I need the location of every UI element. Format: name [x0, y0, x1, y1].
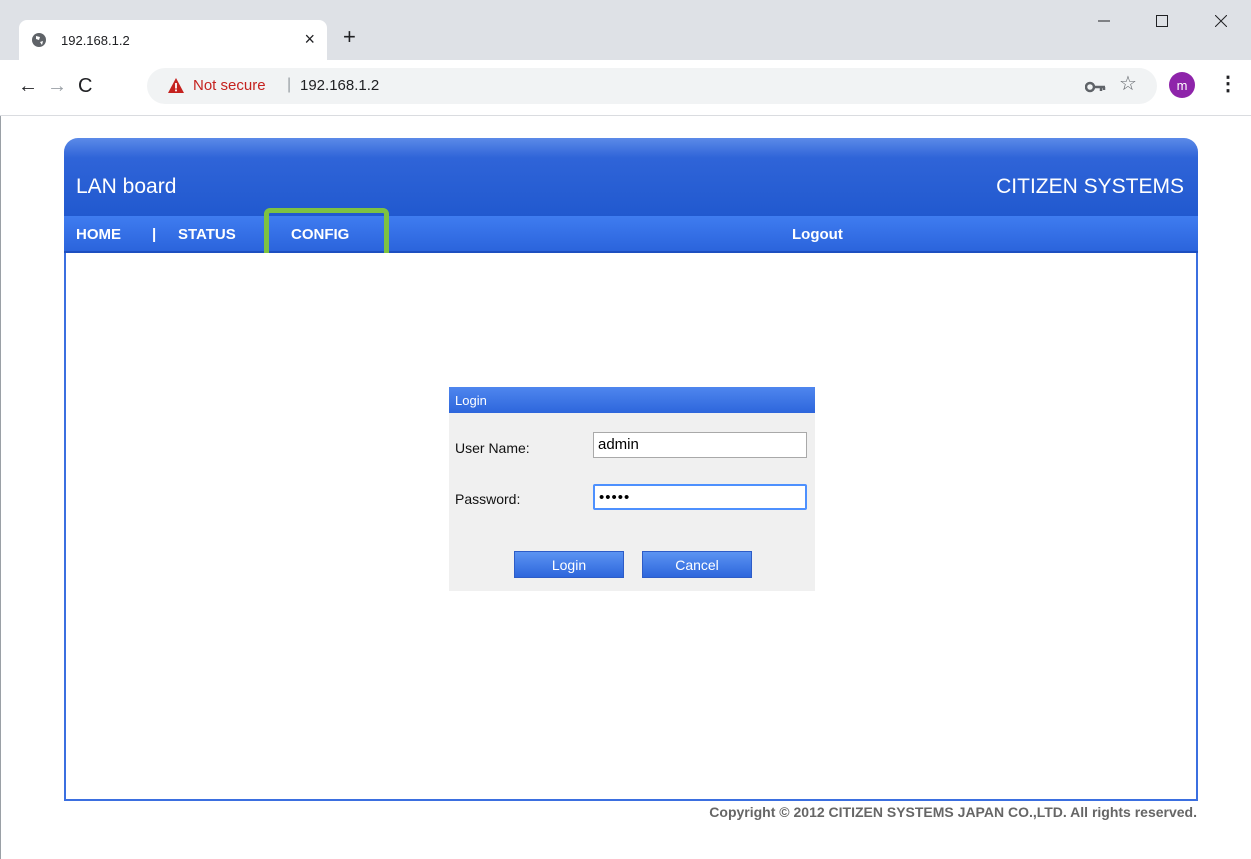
- password-label: Password:: [455, 491, 521, 507]
- url-text[interactable]: 192.168.1.2: [300, 77, 379, 94]
- browser-tab-strip: 192.168.1.2 × +: [0, 0, 1251, 60]
- login-button[interactable]: Login: [514, 551, 624, 578]
- nav-logout-link[interactable]: Logout: [792, 226, 843, 243]
- browser-tab[interactable]: 192.168.1.2 ×: [19, 20, 327, 60]
- key-icon[interactable]: [1085, 80, 1107, 94]
- maximize-icon[interactable]: [1142, 6, 1182, 36]
- page-title: LAN board: [76, 175, 177, 198]
- forward-arrow-icon[interactable]: →: [47, 74, 67, 98]
- bookmark-star-icon[interactable]: ☆: [1119, 72, 1137, 96]
- back-arrow-icon[interactable]: ←: [18, 74, 38, 98]
- new-tab-icon[interactable]: +: [343, 25, 356, 49]
- cancel-button[interactable]: Cancel: [642, 551, 752, 578]
- minimize-icon[interactable]: [1084, 6, 1124, 36]
- password-input[interactable]: •••••: [593, 484, 807, 510]
- reload-icon[interactable]: C: [78, 74, 92, 98]
- browser-toolbar: ← → C Not secure | 192.168.1.2 ☆ m ⋮: [0, 60, 1251, 116]
- tab-title: 192.168.1.2: [61, 33, 130, 48]
- login-header: Login: [449, 387, 815, 413]
- lan-board-panel: LAN board CITIZEN SYSTEMS HOME | STATUS …: [64, 138, 1198, 801]
- not-secure-label[interactable]: Not secure: [193, 77, 266, 94]
- nav-separator: |: [152, 226, 157, 243]
- nav-status-link[interactable]: STATUS: [178, 226, 236, 243]
- warning-icon[interactable]: [167, 77, 185, 95]
- content-area: Login User Name: admin Password: ••••• L…: [64, 253, 1198, 801]
- page-header: LAN board CITIZEN SYSTEMS: [64, 138, 1198, 216]
- username-label: User Name:: [455, 440, 530, 456]
- username-input[interactable]: admin: [593, 432, 807, 458]
- window-edge: [0, 116, 1, 859]
- login-heading: Login: [455, 393, 487, 408]
- url-separator: |: [287, 76, 292, 93]
- profile-avatar[interactable]: m: [1169, 72, 1195, 98]
- tab-close-icon[interactable]: ×: [304, 29, 315, 49]
- nav-bar: HOME | STATUS CONFIG Logout: [64, 216, 1198, 253]
- address-bar[interactable]: Not secure | 192.168.1.2: [147, 68, 1157, 104]
- brand-name: CITIZEN SYSTEMS: [996, 175, 1184, 198]
- config-highlight-box: [264, 208, 389, 259]
- login-dialog: Login User Name: admin Password: ••••• L…: [449, 387, 815, 591]
- nav-home-link[interactable]: HOME: [76, 226, 121, 243]
- globe-icon: [32, 33, 46, 47]
- kebab-menu-icon[interactable]: ⋮: [1218, 72, 1238, 96]
- copyright-notice: Copyright © 2012 CITIZEN SYSTEMS JAPAN C…: [709, 804, 1197, 820]
- window-close-icon[interactable]: [1201, 6, 1241, 36]
